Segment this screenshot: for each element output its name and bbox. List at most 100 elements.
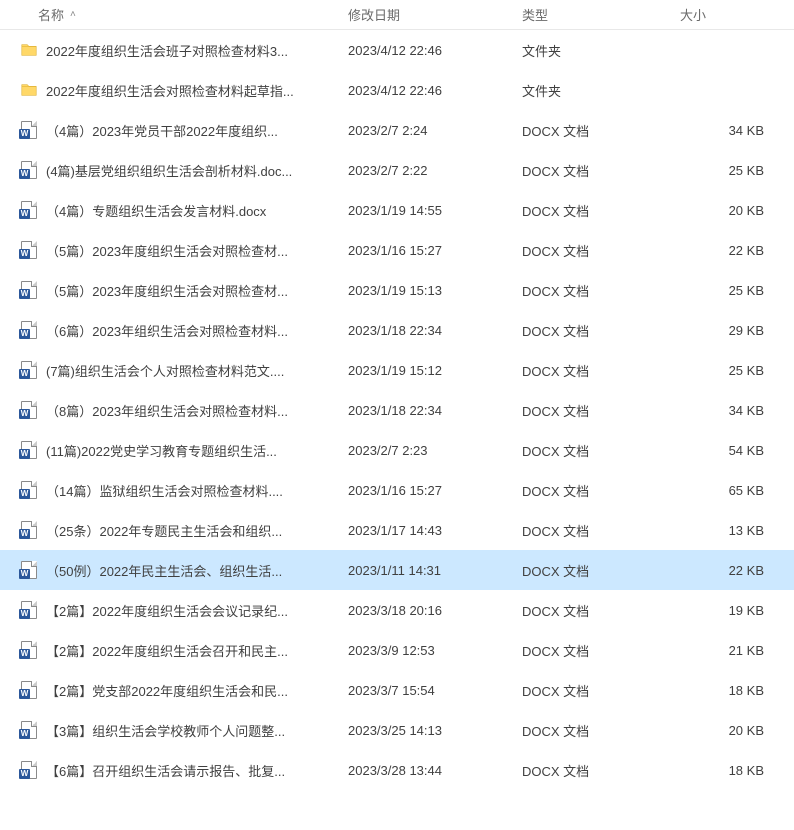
cell-type: DOCX 文档 xyxy=(522,601,680,620)
column-header-date[interactable]: 修改日期 xyxy=(348,0,522,29)
cell-name[interactable]: W（4篇）2023年党员干部2022年度组织... xyxy=(0,121,348,140)
file-row[interactable]: 2022年度组织生活会对照检查材料起草指...2023/4/12 22:46文件… xyxy=(0,70,794,110)
word-document-icon: W xyxy=(20,641,38,659)
cell-type: DOCX 文档 xyxy=(522,641,680,660)
cell-date: 2023/1/16 15:27 xyxy=(348,243,522,258)
file-row[interactable]: W【2篇】2022年度组织生活会会议记录纪...2023/3/18 20:16D… xyxy=(0,590,794,630)
file-row[interactable]: W（14篇）监狱组织生活会对照检查材料....2023/1/16 15:27DO… xyxy=(0,470,794,510)
file-list: 名称 ˄ 修改日期 类型 大小 2022年度组织生活会班子对照检查材料3...2… xyxy=(0,0,794,790)
word-badge: W xyxy=(19,369,30,379)
cell-name[interactable]: W（25条）2022年专题民主生活会和组织... xyxy=(0,521,348,540)
cell-name[interactable]: W(7篇)组织生活会个人对照检查材料范文.... xyxy=(0,361,348,380)
file-row[interactable]: 2022年度组织生活会班子对照检查材料3...2023/4/12 22:46文件… xyxy=(0,30,794,70)
cell-type: DOCX 文档 xyxy=(522,561,680,580)
cell-size: 18 KB xyxy=(680,763,794,778)
word-badge: W xyxy=(19,409,30,419)
cell-name[interactable]: W【6篇】召开组织生活会请示报告、批复... xyxy=(0,761,348,780)
column-header-size[interactable]: 大小 xyxy=(680,0,794,29)
cell-size: 34 KB xyxy=(680,123,794,138)
file-name: 【3篇】组织生活会学校教师个人问题整... xyxy=(46,721,285,740)
file-name: 【2篇】党支部2022年度组织生活会和民... xyxy=(46,681,288,700)
file-name: 2022年度组织生活会班子对照检查材料3... xyxy=(46,41,288,60)
word-icon: W xyxy=(21,441,37,459)
word-badge: W xyxy=(19,169,30,179)
word-badge: W xyxy=(19,489,30,499)
sort-ascending-icon: ˄ xyxy=(70,9,76,20)
file-row[interactable]: W（50例）2022年民主生活会、组织生活...2023/1/11 14:31D… xyxy=(0,550,794,590)
word-document-icon: W xyxy=(20,481,38,499)
word-icon: W xyxy=(21,761,37,779)
word-document-icon: W xyxy=(20,441,38,459)
word-icon: W xyxy=(21,321,37,339)
file-name: (4篇)基层党组织组织生活会剖析材料.doc... xyxy=(46,161,292,180)
file-row[interactable]: W(11篇)2022党史学习教育专题组织生活...2023/2/7 2:23DO… xyxy=(0,430,794,470)
word-document-icon: W xyxy=(20,601,38,619)
cell-name[interactable]: W（50例）2022年民主生活会、组织生活... xyxy=(0,561,348,580)
file-row[interactable]: W（6篇）2023年组织生活会对照检查材料...2023/1/18 22:34D… xyxy=(0,310,794,350)
cell-type: DOCX 文档 xyxy=(522,241,680,260)
file-row[interactable]: W（5篇）2023年度组织生活会对照检查材...2023/1/16 15:27D… xyxy=(0,230,794,270)
word-icon: W xyxy=(21,681,37,699)
word-badge: W xyxy=(19,329,30,339)
cell-size: 34 KB xyxy=(680,403,794,418)
file-row[interactable]: W（5篇）2023年度组织生活会对照检查材...2023/1/19 15:13D… xyxy=(0,270,794,310)
file-row[interactable]: W【2篇】2022年度组织生活会召开和民主...2023/3/9 12:53DO… xyxy=(0,630,794,670)
cell-name[interactable]: W（5篇）2023年度组织生活会对照检查材... xyxy=(0,241,348,260)
cell-name[interactable]: W 【2篇】党支部2022年度组织生活会和民... xyxy=(0,681,348,700)
column-header-date-label: 修改日期 xyxy=(348,5,400,24)
cell-date: 2023/1/18 22:34 xyxy=(348,403,522,418)
file-row[interactable]: W(7篇)组织生活会个人对照检查材料范文....2023/1/19 15:12D… xyxy=(0,350,794,390)
word-badge: W xyxy=(19,249,30,259)
cell-type: DOCX 文档 xyxy=(522,721,680,740)
cell-date: 2023/1/11 14:31 xyxy=(348,563,522,578)
cell-size: 29 KB xyxy=(680,323,794,338)
cell-size: 25 KB xyxy=(680,363,794,378)
cell-name[interactable]: W(11篇)2022党史学习教育专题组织生活... xyxy=(0,441,348,460)
cell-type: DOCX 文档 xyxy=(522,521,680,540)
word-badge: W xyxy=(19,209,30,219)
word-icon: W xyxy=(21,201,37,219)
cell-date: 2023/1/16 15:27 xyxy=(348,483,522,498)
cell-date: 2023/1/17 14:43 xyxy=(348,523,522,538)
word-icon: W xyxy=(21,401,37,419)
cell-name[interactable]: W（4篇）专题组织生活会发言材料.docx xyxy=(0,201,348,220)
cell-type: DOCX 文档 xyxy=(522,161,680,180)
word-icon: W xyxy=(21,241,37,259)
cell-name[interactable]: W（6篇）2023年组织生活会对照检查材料... xyxy=(0,321,348,340)
word-document-icon: W xyxy=(20,561,38,579)
file-row[interactable]: W（8篇）2023年组织生活会对照检查材料...2023/1/18 22:34D… xyxy=(0,390,794,430)
file-name: （25条）2022年专题民主生活会和组织... xyxy=(46,521,282,540)
word-badge: W xyxy=(19,609,30,619)
cell-name[interactable]: 2022年度组织生活会对照检查材料起草指... xyxy=(0,81,348,100)
cell-size: 54 KB xyxy=(680,443,794,458)
cell-name[interactable]: W【2篇】2022年度组织生活会会议记录纪... xyxy=(0,601,348,620)
file-row[interactable]: W（25条）2022年专题民主生活会和组织...2023/1/17 14:43D… xyxy=(0,510,794,550)
cell-date: 2023/1/19 15:13 xyxy=(348,283,522,298)
file-row[interactable]: W【2篇】党支部2022年度组织生活会和民...2023/3/7 15:54DO… xyxy=(0,670,794,710)
cell-name[interactable]: W 【3篇】组织生活会学校教师个人问题整... xyxy=(0,721,348,740)
cell-name[interactable]: W（5篇）2023年度组织生活会对照检查材... xyxy=(0,281,348,300)
word-document-icon: W xyxy=(20,201,38,219)
cell-size: 20 KB xyxy=(680,203,794,218)
column-header-type-label: 类型 xyxy=(522,5,548,24)
file-row[interactable]: W(4篇)基层党组织组织生活会剖析材料.doc...2023/2/7 2:22D… xyxy=(0,150,794,190)
cell-date: 2023/2/7 2:23 xyxy=(348,443,522,458)
cell-name[interactable]: 2022年度组织生活会班子对照检查材料3... xyxy=(0,41,348,60)
cell-type: DOCX 文档 xyxy=(522,321,680,340)
cell-date: 2023/3/18 20:16 xyxy=(348,603,522,618)
cell-name[interactable]: W（14篇）监狱组织生活会对照检查材料.... xyxy=(0,481,348,500)
column-header-name[interactable]: 名称 ˄ xyxy=(0,0,348,29)
cell-name[interactable]: W（8篇）2023年组织生活会对照检查材料... xyxy=(0,401,348,420)
rows-container: 2022年度组织生活会班子对照检查材料3...2023/4/12 22:46文件… xyxy=(0,30,794,790)
file-row[interactable]: W（4篇）2023年党员干部2022年度组织...2023/2/7 2:24DO… xyxy=(0,110,794,150)
word-document-icon: W xyxy=(20,761,38,779)
cell-name[interactable]: W (4篇)基层党组织组织生活会剖析材料.doc... xyxy=(0,161,348,180)
column-header-type[interactable]: 类型 xyxy=(522,0,680,29)
cell-name[interactable]: W【2篇】2022年度组织生活会召开和民主... xyxy=(0,641,348,660)
file-row[interactable]: W【6篇】召开组织生活会请示报告、批复...2023/3/28 13:44DOC… xyxy=(0,750,794,790)
file-row[interactable]: W（4篇）专题组织生活会发言材料.docx2023/1/19 14:55DOCX… xyxy=(0,190,794,230)
cell-type: DOCX 文档 xyxy=(522,681,680,700)
word-badge: W xyxy=(19,449,30,459)
word-badge: W xyxy=(19,729,30,739)
file-row[interactable]: W【3篇】组织生活会学校教师个人问题整...2023/3/25 14:13DOC… xyxy=(0,710,794,750)
